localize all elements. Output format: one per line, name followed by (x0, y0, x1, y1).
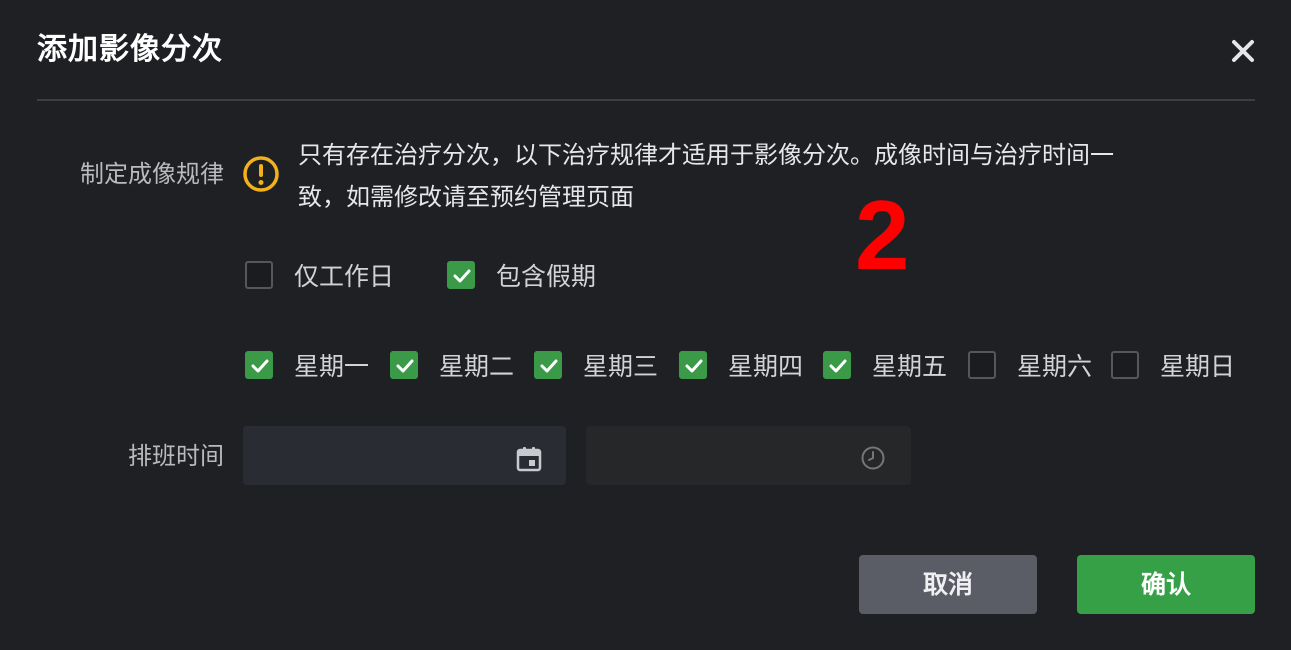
weekday-label-thu: 星期四 (728, 352, 804, 381)
weekday-checkbox-fri[interactable] (823, 351, 851, 379)
rule-notice: 只有存在治疗分次，以下治疗规律才适用于影像分次。成像时间与治疗时间一 致，如需修… (298, 134, 1258, 218)
weekday-checkbox-sat[interactable] (968, 351, 996, 379)
weekday-checkbox-mon[interactable] (245, 351, 273, 379)
annotation-marker: 2 (855, 180, 910, 290)
weekday-checkbox-thu[interactable] (679, 351, 707, 379)
calendar-icon[interactable] (515, 445, 543, 477)
schedule-time-input[interactable] (586, 426, 911, 485)
workdays-only-checkbox[interactable] (245, 261, 273, 289)
weekday-label-fri: 星期五 (872, 352, 948, 381)
header-divider (37, 99, 1255, 101)
dialog-title: 添加影像分次 (37, 32, 223, 67)
warning-circle-icon (242, 155, 280, 193)
weekday-label-mon: 星期一 (294, 352, 370, 381)
imaging-rule-label: 制定成像规律 (80, 160, 224, 188)
include-holidays-checkbox[interactable] (447, 261, 475, 289)
notice-line-1: 只有存在治疗分次，以下治疗规律才适用于影像分次。成像时间与治疗时间一 (298, 141, 1114, 169)
cancel-button[interactable]: 取消 (859, 555, 1037, 614)
weekday-label-sat: 星期六 (1017, 352, 1093, 381)
clock-icon[interactable] (860, 445, 886, 475)
close-icon[interactable] (1226, 34, 1260, 68)
schedule-time-label: 排班时间 (128, 442, 224, 470)
weekday-checkbox-tue[interactable] (390, 351, 418, 379)
weekday-label-wed: 星期三 (583, 352, 659, 381)
weekday-checkbox-sun[interactable] (1111, 351, 1139, 379)
add-image-fraction-dialog: 添加影像分次 制定成像规律 只有存在治疗分次，以下治疗规律才适用于影像分次。成像… (0, 0, 1291, 650)
weekday-checkbox-wed[interactable] (534, 351, 562, 379)
notice-line-2: 致，如需修改请至预约管理页面 (298, 183, 634, 211)
include-holidays-label: 包含假期 (496, 262, 597, 291)
schedule-date-input[interactable] (243, 426, 566, 485)
workdays-only-label: 仅工作日 (294, 262, 395, 291)
weekday-label-tue: 星期二 (439, 352, 515, 381)
weekday-label-sun: 星期日 (1160, 352, 1236, 381)
confirm-button[interactable]: 确认 (1077, 555, 1255, 614)
